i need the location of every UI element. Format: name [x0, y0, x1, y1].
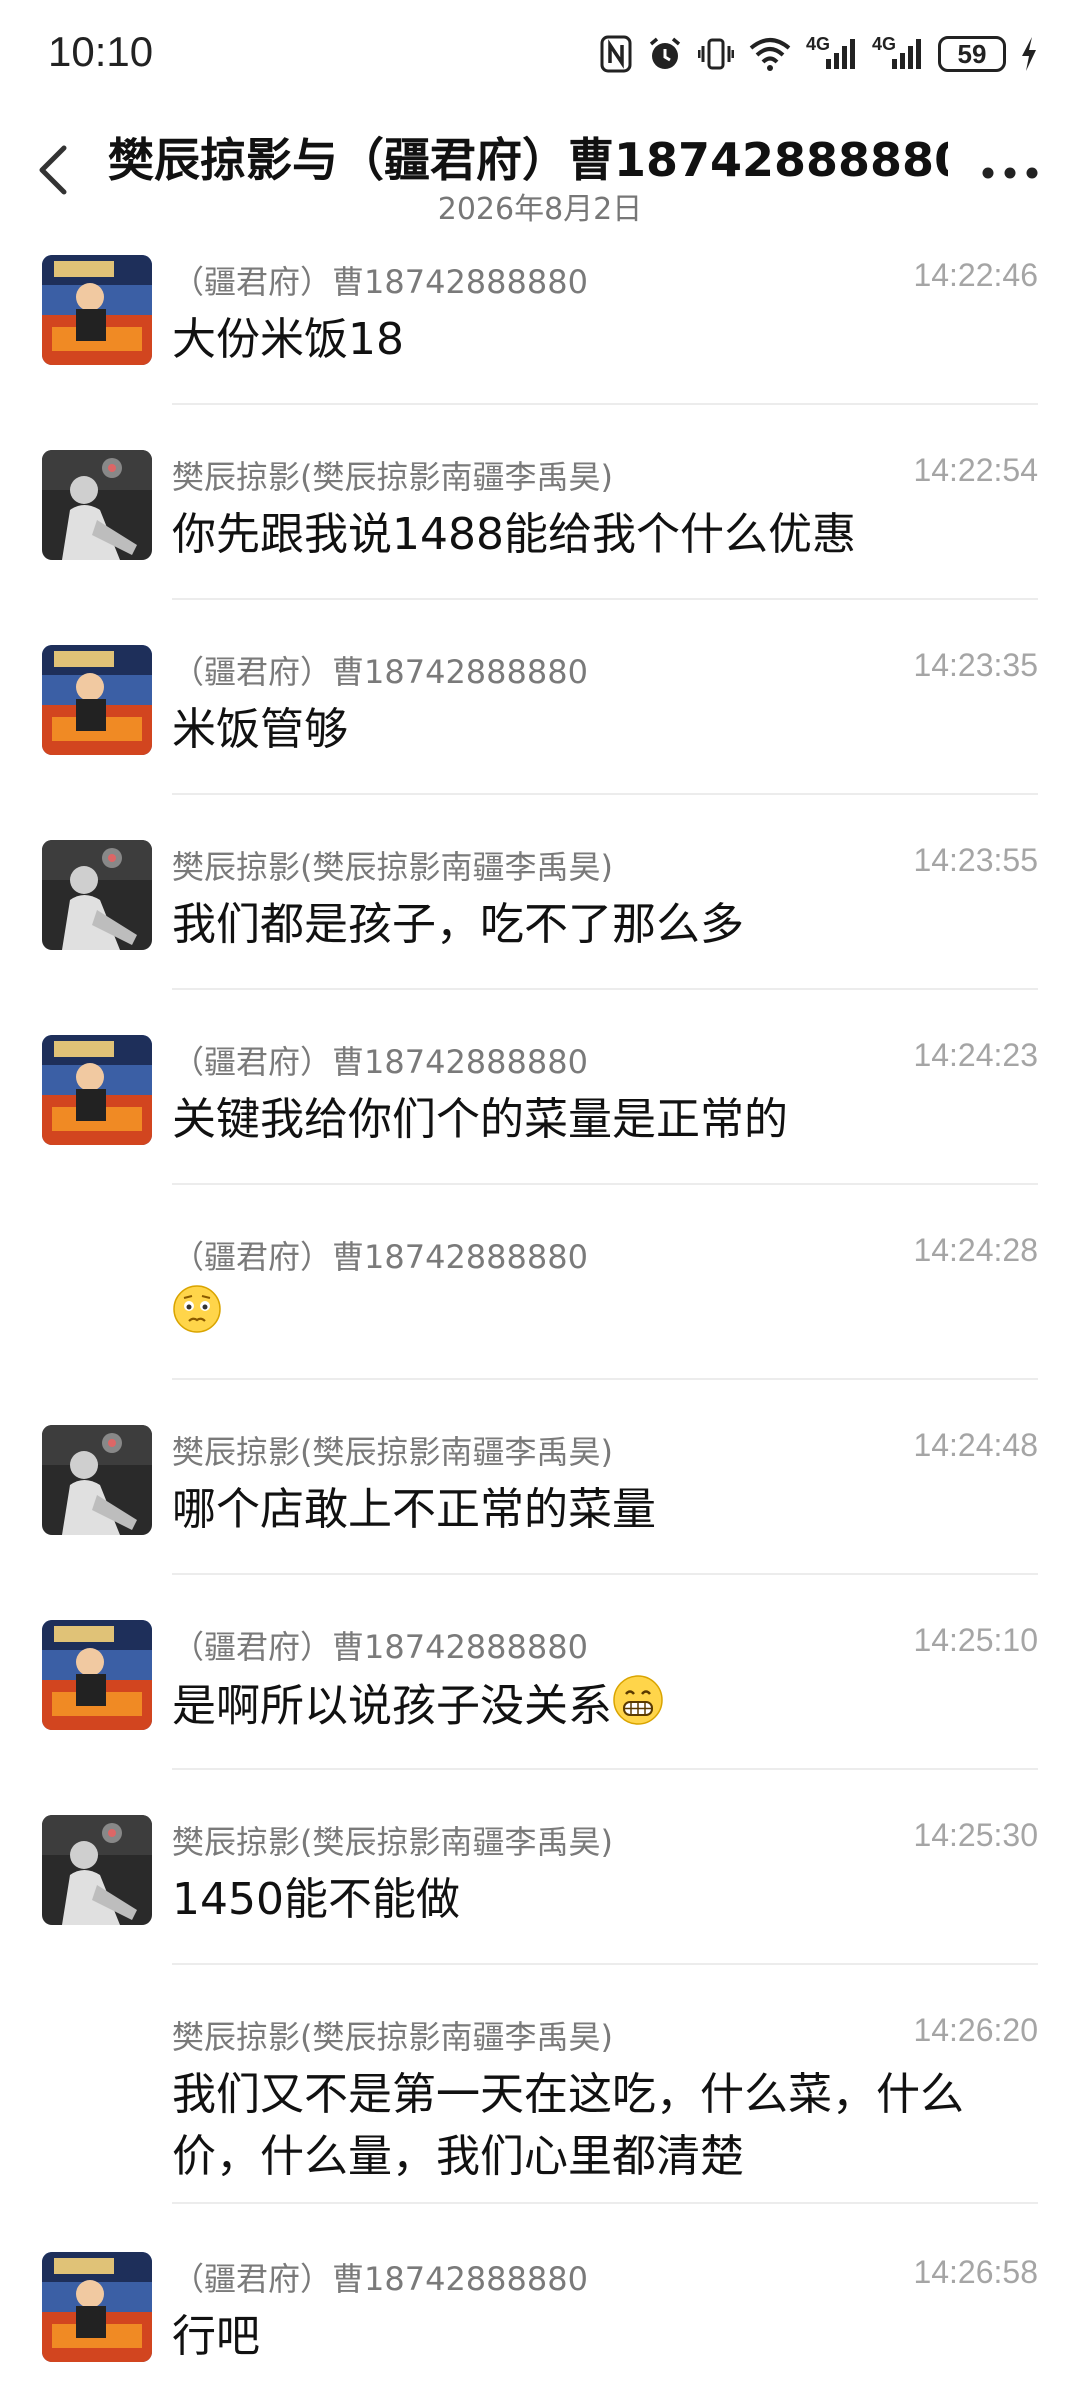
avatar[interactable]: [42, 255, 152, 365]
avatar[interactable]: [42, 2252, 152, 2362]
avatar[interactable]: [42, 840, 152, 950]
message-item[interactable]: （疆君府）曹18742888880 14:25:10 是啊所以说孩子没关系: [0, 1620, 1080, 1814]
divider: [172, 403, 1038, 405]
message-time: 14:22:54: [913, 452, 1038, 488]
divider: [172, 1183, 1038, 1185]
message-item[interactable]: 樊辰掠影(樊辰掠影南疆李禹昊) 14:24:48 哪个店敢上不正常的菜量: [0, 1425, 1080, 1619]
message-time: 14:22:46: [913, 257, 1038, 293]
message-time: 14:24:23: [913, 1037, 1038, 1073]
charging-icon: [1020, 36, 1038, 72]
message-text: 哪个店敢上不正常的菜量: [172, 1484, 656, 1535]
message-item[interactable]: （疆君府）曹18742888880 14:24:23 关键我给你们个的菜量是正常…: [0, 1035, 1080, 1229]
sender-name: （疆君府）曹18742888880: [172, 1043, 588, 1081]
status-icons: 4G 4G 59: [600, 32, 1038, 76]
message-text: 是啊所以说孩子没关系: [172, 1674, 1032, 1743]
sender-name: 樊辰掠影(樊辰掠影南疆李禹昊): [172, 848, 613, 886]
chat-title: 樊辰掠影与（疆君府）曹18742888880...: [108, 133, 948, 187]
status-bar: 10:10 4G 4G 59: [0, 0, 1080, 110]
message-time: 14:25:30: [913, 1817, 1038, 1853]
message-text: 行吧: [172, 2311, 260, 2362]
sender-name: （疆君府）曹18742888880: [172, 1628, 588, 1666]
divider: [172, 598, 1038, 600]
sender-name: （疆君府）曹18742888880: [172, 653, 588, 691]
message-item[interactable]: 樊辰掠影(樊辰掠影南疆李禹昊) 14:26:20 我们又不是第一天在这吃，什么菜…: [0, 2010, 1080, 2255]
divider: [172, 1573, 1038, 1575]
chat-date: 2026年8月2日: [437, 192, 643, 227]
message-item[interactable]: （疆君府）曹18742888880 14:22:46 大份米饭18: [0, 255, 1080, 449]
message-time: 14:23:35: [913, 647, 1038, 683]
avatar[interactable]: [42, 645, 152, 755]
message-text: 米饭管够: [172, 704, 348, 755]
message-text: 关键我给你们个的菜量是正常的: [172, 1094, 788, 1145]
message-time: 14:26:58: [913, 2254, 1038, 2290]
message-text: 我们都是孩子，吃不了那么多: [172, 899, 744, 950]
worried-face-icon: [172, 1284, 222, 1351]
avatar[interactable]: [42, 1815, 152, 1925]
message-time: 14:23:55: [913, 842, 1038, 878]
divider: [172, 2202, 1038, 2204]
sender-name: 樊辰掠影(樊辰掠影南疆李禹昊): [172, 458, 613, 496]
nfc-icon: [600, 35, 632, 73]
sender-name: 樊辰掠影(樊辰掠影南疆李禹昊): [172, 2018, 613, 2056]
message-time: 14:24:28: [913, 1232, 1038, 1268]
avatar[interactable]: [42, 1035, 152, 1145]
message-item[interactable]: （疆君府）曹18742888880 14:23:35 米饭管够: [0, 645, 1080, 839]
alarm-icon: [646, 35, 684, 73]
sender-name: （疆君府）曹18742888880: [172, 1238, 588, 1276]
divider: [172, 1963, 1038, 1965]
message-item[interactable]: 樊辰掠影(樊辰掠影南疆李禹昊) 14:22:54 你先跟我说1488能给我个什么…: [0, 450, 1080, 644]
vibrate-icon: [697, 35, 734, 73]
message-text: 1450能不能做: [172, 1874, 460, 1925]
message-item[interactable]: （疆君府）曹18742888880 14:26:58 行吧: [0, 2252, 1080, 2382]
avatar[interactable]: [42, 1425, 152, 1535]
signal-icon: 4G: [872, 34, 924, 71]
more-button[interactable]: [980, 158, 1040, 188]
battery-icon: 59: [938, 36, 1006, 72]
avatar[interactable]: [42, 450, 152, 560]
divider: [172, 988, 1038, 990]
message-text: 我们又不是第一天在这吃，什么菜，什么价，什么量，我们心里都清楚: [172, 2069, 964, 2182]
sender-name: 樊辰掠影(樊辰掠影南疆李禹昊): [172, 1433, 613, 1471]
chat-header: 樊辰掠影与（疆君府）曹18742888880... 2026年8月2日: [0, 110, 1080, 230]
message-item[interactable]: 樊辰掠影(樊辰掠影南疆李禹昊) 14:25:30 1450能不能做: [0, 1815, 1080, 2009]
sender-name: 樊辰掠影(樊辰掠影南疆李禹昊): [172, 1823, 613, 1861]
more-dots-icon: [982, 167, 1038, 179]
divider: [172, 1768, 1038, 1770]
message-item[interactable]: （疆君府）曹18742888880 14:24:28: [0, 1230, 1080, 1424]
sender-name: （疆君府）曹18742888880: [172, 2260, 588, 2298]
grinning-face-icon: [612, 1674, 664, 1743]
sender-name: （疆君府）曹18742888880: [172, 263, 588, 301]
wifi-icon: [748, 36, 792, 72]
message-time: 14:25:10: [913, 1622, 1038, 1658]
divider: [172, 1378, 1038, 1380]
message-time: 14:26:20: [913, 2012, 1038, 2048]
avatar[interactable]: [42, 1620, 152, 1730]
message-text: 大份米饭18: [172, 314, 404, 365]
message-text: [172, 1284, 1032, 1351]
signal-icon: 4G: [806, 34, 858, 71]
message-text: 你先跟我说1488能给我个什么优惠: [172, 509, 856, 560]
message-item[interactable]: 樊辰掠影(樊辰掠影南疆李禹昊) 14:23:55 我们都是孩子，吃不了那么多: [0, 840, 1080, 1034]
divider: [172, 793, 1038, 795]
message-time: 14:24:48: [913, 1427, 1038, 1463]
status-time: 10:10: [48, 28, 154, 75]
